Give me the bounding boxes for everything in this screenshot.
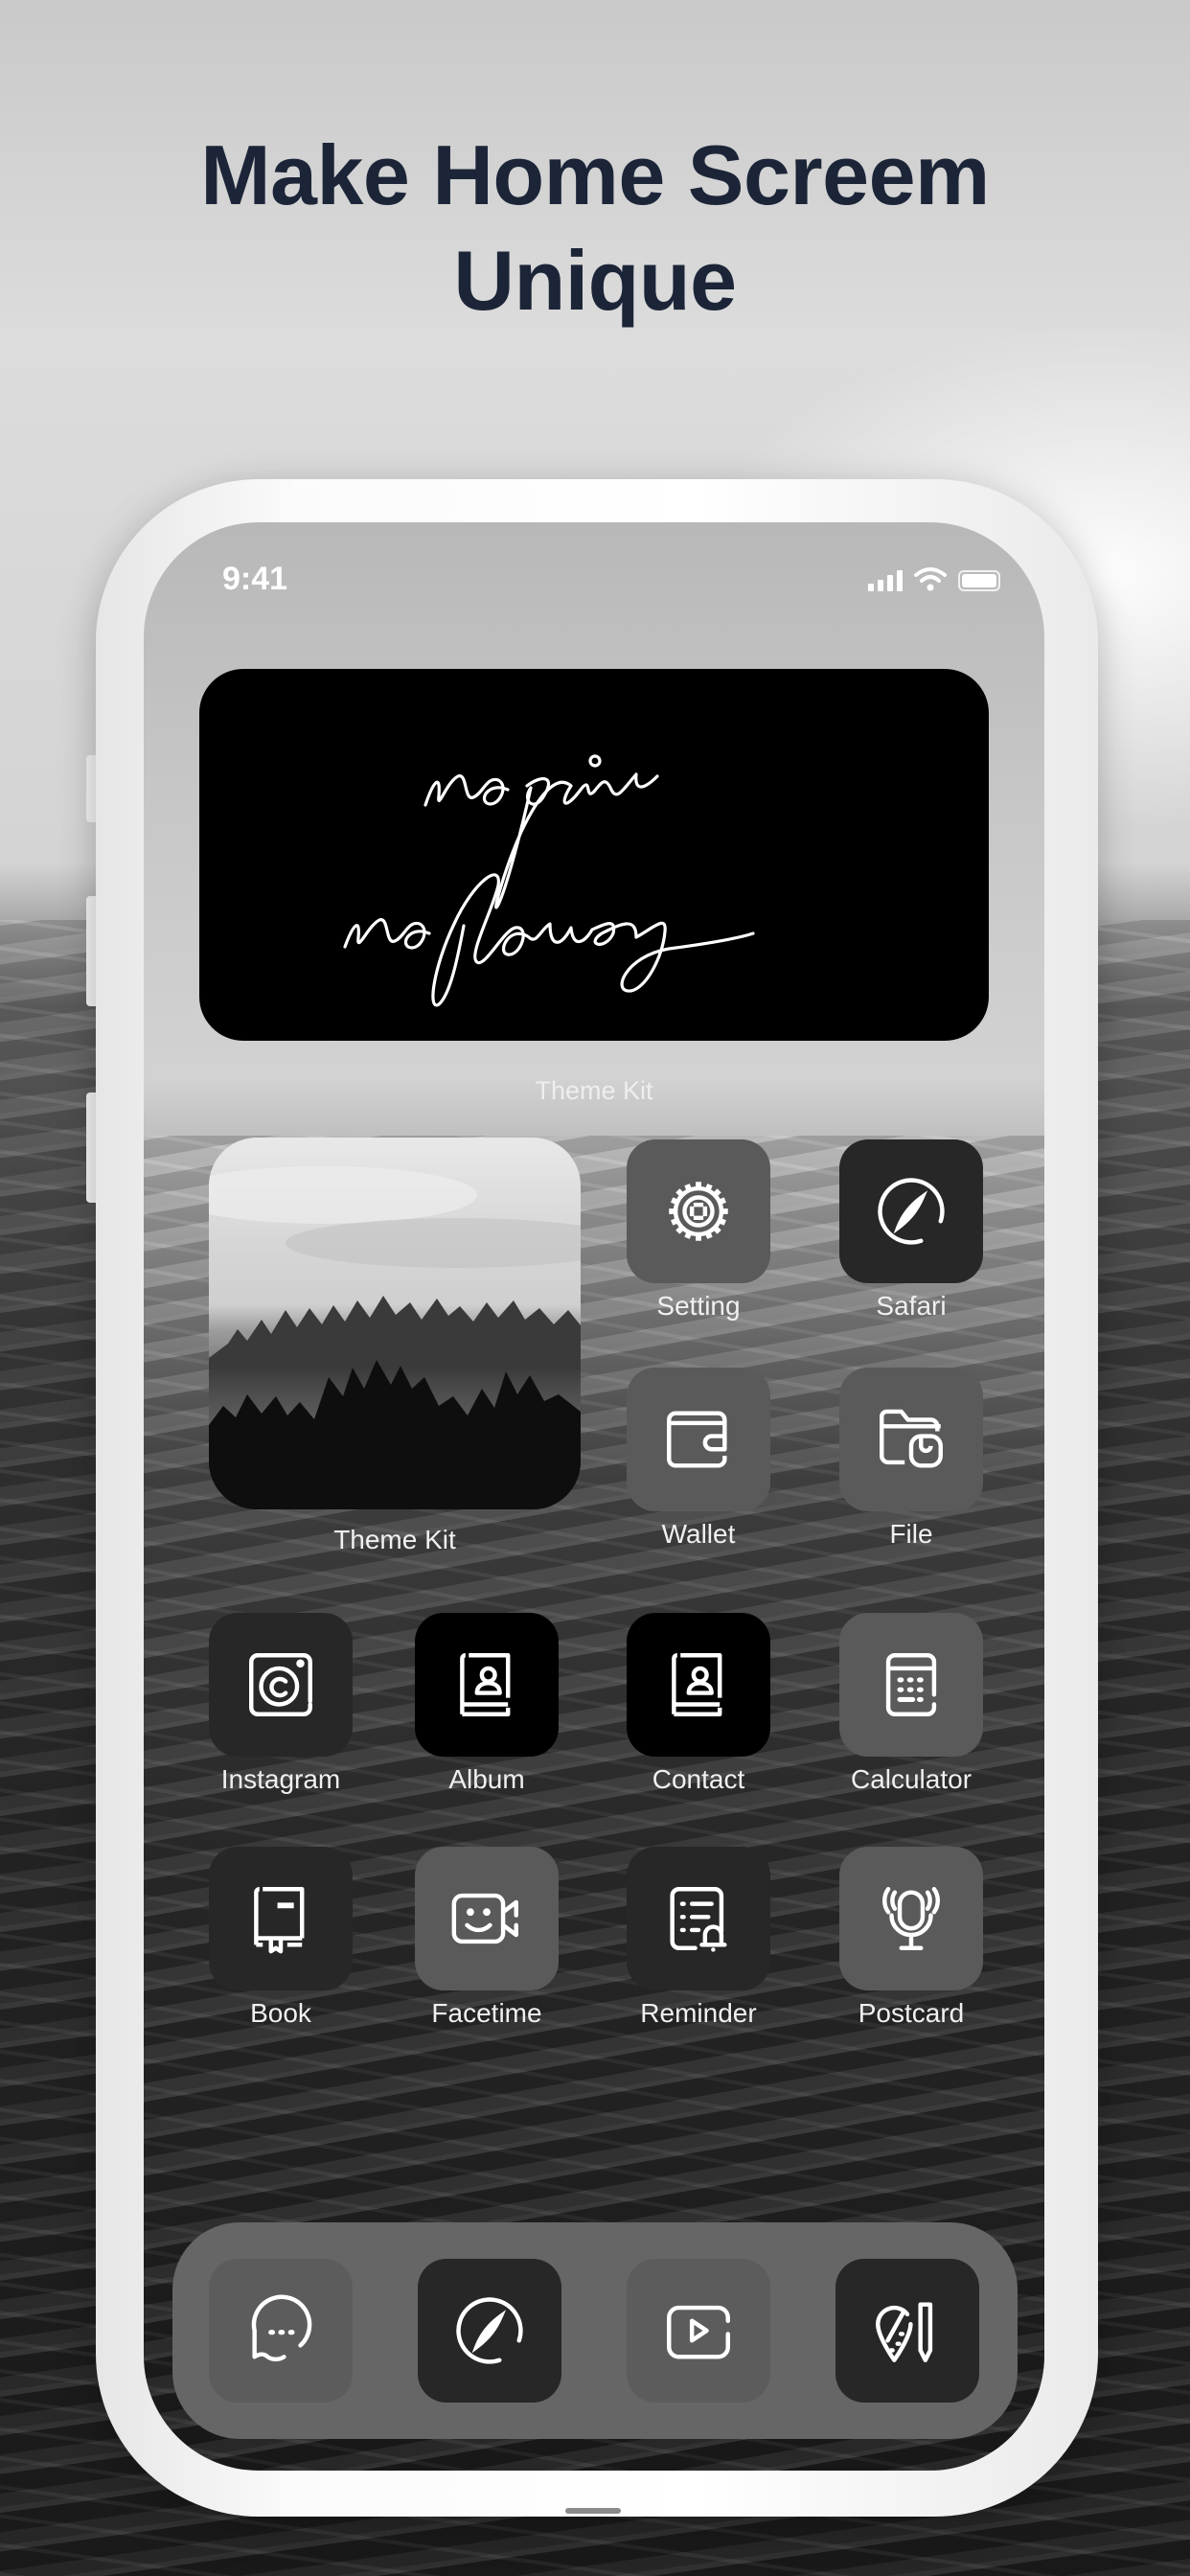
- app-icon-tile: [209, 1847, 353, 1990]
- misty-forest-photo: [209, 1166, 581, 1509]
- dock-app-safari[interactable]: [418, 2259, 561, 2403]
- dock-app-messages[interactable]: [209, 2259, 353, 2403]
- app-label: Reminder: [640, 1998, 757, 2028]
- app-contact[interactable]: Contact: [627, 1613, 770, 1795]
- reminder-list-bell-icon: [670, 1887, 727, 1952]
- folder-icon: [880, 1409, 943, 1468]
- app-icon-tile: [839, 1847, 983, 1990]
- quote-widget-label: Theme Kit: [535, 1076, 653, 1105]
- battery-icon: [958, 570, 1000, 591]
- app-album[interactable]: Album: [415, 1613, 559, 1795]
- wifi-icon: [914, 567, 947, 591]
- app-setting[interactable]: Setting: [627, 1139, 770, 1322]
- video-smile-icon: [451, 1893, 518, 1944]
- app-reminder[interactable]: Reminder: [627, 1847, 770, 2029]
- app-label: Postcard: [858, 1998, 965, 2028]
- home-indicator: [565, 2508, 621, 2514]
- compass-icon: [456, 2297, 523, 2364]
- wallet-icon: [667, 1411, 727, 1468]
- app-icon-tile: [839, 1613, 983, 1757]
- app-facetime[interactable]: Facetime: [415, 1847, 559, 2029]
- app-calculator[interactable]: Calculator: [839, 1613, 983, 1795]
- app-label: Facetime: [431, 1998, 542, 2028]
- video-play-icon: [667, 2305, 730, 2359]
- photo-widget-label: Theme Kit: [333, 1525, 456, 1554]
- app-label: Wallet: [661, 1519, 736, 1549]
- contact-book-icon: [672, 1653, 722, 1716]
- dock: [172, 2222, 1018, 2439]
- app-label: Safari: [876, 1291, 947, 1321]
- app-label: Setting: [656, 1291, 741, 1321]
- map-pin-pencil-icon: [876, 2302, 933, 2362]
- dock-app-maps[interactable]: [835, 2259, 979, 2403]
- app-label: Contact: [652, 1764, 745, 1794]
- app-safari[interactable]: Safari: [839, 1139, 983, 1322]
- app-label: File: [889, 1519, 933, 1549]
- app-postcard[interactable]: Postcard: [839, 1847, 983, 2029]
- cellular-signal-icon: [868, 568, 903, 591]
- headline-line-1: Make Home Screem: [200, 127, 990, 222]
- handwritten-quote: [343, 754, 755, 1007]
- phone-screen: 9:41 Theme Kit Theme Kit Setting Safari …: [144, 522, 1044, 2471]
- app-icon-tile: [627, 1613, 770, 1757]
- dock-app-video[interactable]: [627, 2259, 770, 2403]
- app-label: Instagram: [220, 1764, 341, 1794]
- app-icon-tile: [418, 2259, 561, 2403]
- app-instagram[interactable]: Instagram: [209, 1613, 353, 1795]
- app-book[interactable]: Book: [209, 1847, 353, 2029]
- app-wallet[interactable]: Wallet: [627, 1368, 770, 1550]
- status-icons: [868, 566, 1000, 591]
- app-icon-tile: [627, 1139, 770, 1283]
- app-icon-tile: [835, 2259, 979, 2403]
- app-label: Calculator: [850, 1764, 973, 1794]
- app-icon-tile: [415, 1613, 559, 1757]
- page-headline: Make Home Screem Unique: [0, 123, 1190, 334]
- calculator-icon: [885, 1653, 937, 1716]
- quote-widget[interactable]: [199, 669, 989, 1041]
- status-bar: 9:41: [144, 561, 1044, 609]
- app-label: Album: [448, 1764, 525, 1794]
- app-icon-tile: [627, 2259, 770, 2403]
- status-time: 9:41: [222, 561, 288, 597]
- app-label: Book: [250, 1998, 311, 2028]
- app-icon-tile: [209, 1613, 353, 1757]
- app-icon-tile: [839, 1139, 983, 1283]
- photo-widget[interactable]: [209, 1138, 581, 1509]
- camera-icon: [249, 1653, 312, 1716]
- app-icon-tile: [415, 1847, 559, 1990]
- book-icon: [254, 1887, 305, 1954]
- podcast-mic-icon: [882, 1887, 940, 1950]
- app-icon-tile: [627, 1368, 770, 1511]
- compass-icon: [878, 1178, 945, 1245]
- app-icon-tile: [627, 1847, 770, 1990]
- app-icon-tile: [209, 2259, 353, 2403]
- contact-book-icon: [460, 1653, 511, 1716]
- app-icon-tile: [839, 1368, 983, 1511]
- settings-gear-icon: [669, 1182, 728, 1241]
- headline-line-2: Unique: [453, 233, 737, 328]
- app-file[interactable]: File: [839, 1368, 983, 1550]
- message-bubble-icon: [251, 2294, 312, 2362]
